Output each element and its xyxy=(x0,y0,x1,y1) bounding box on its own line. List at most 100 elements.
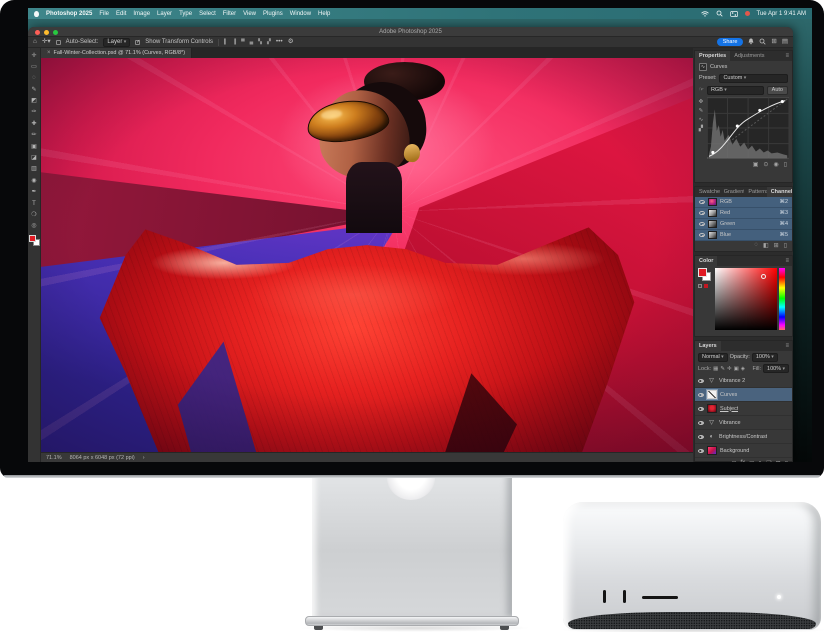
load-selection-icon[interactable]: ◌ xyxy=(754,242,758,249)
wifi-icon[interactable] xyxy=(701,11,709,17)
lock-transparency-icon[interactable]: ▦ xyxy=(713,366,718,372)
align-right-icon[interactable]: ▀ xyxy=(241,39,245,45)
clone-stamp-tool[interactable]: ▣ xyxy=(30,142,39,151)
opacity-dropdown[interactable]: 100% xyxy=(752,353,778,362)
hue-slider[interactable] xyxy=(779,268,785,330)
visibility-eye-icon[interactable] xyxy=(699,211,705,215)
status-chevron-icon[interactable]: › xyxy=(143,455,145,461)
delete-layer-icon[interactable]: ▯ xyxy=(785,460,788,462)
object-selection-tool[interactable]: ✎ xyxy=(30,85,39,94)
menu-view[interactable]: View xyxy=(243,11,256,17)
panel-menu-icon[interactable]: ≡ xyxy=(785,51,792,61)
curves-graph[interactable] xyxy=(707,97,789,159)
clip-adjustment-icon[interactable]: ▣ xyxy=(753,161,759,168)
layer-row-vibrance[interactable]: ▽ Vibrance xyxy=(695,416,792,430)
blur-tool[interactable]: ◉ xyxy=(30,176,39,185)
menu-layer[interactable]: Layer xyxy=(157,11,172,17)
layer-row-vibrance-2[interactable]: ▽ Vibrance 2 xyxy=(695,374,792,388)
visibility-eye-icon[interactable] xyxy=(698,435,704,439)
lasso-tool[interactable]: ◌ xyxy=(30,74,39,83)
gradient-tool[interactable]: ▥ xyxy=(30,165,39,174)
close-tab-icon[interactable]: × xyxy=(47,50,51,56)
more-options-icon[interactable]: ••• xyxy=(276,39,283,46)
layer-row-background[interactable]: Background xyxy=(695,444,792,458)
auto-select-checkbox[interactable] xyxy=(56,40,61,45)
zoom-tool[interactable]: ◎ xyxy=(30,222,39,231)
capture-icon[interactable]: ⊞ xyxy=(771,39,776,46)
pen-tool[interactable]: ✒ xyxy=(30,188,39,197)
eyedropper-tool[interactable]: ✑ xyxy=(30,108,39,117)
channel-row-rgb[interactable]: RGB ⌘2 xyxy=(695,197,792,208)
visibility-eye-icon[interactable] xyxy=(699,200,705,204)
lock-artboard-icon[interactable]: ▣ xyxy=(734,366,739,372)
targeted-adjustment-icon[interactable]: ☞ xyxy=(699,87,704,93)
window-titlebar[interactable]: Adobe Photoshop 2025 xyxy=(28,27,793,37)
visibility-eye-icon[interactable] xyxy=(699,222,705,226)
color-picker-marker[interactable] xyxy=(761,274,766,279)
crop-tool[interactable]: ◩ xyxy=(30,97,39,106)
layer-row-curves[interactable]: Curves xyxy=(695,388,792,402)
hand-tool[interactable]: ❍ xyxy=(30,210,39,219)
curve-edit-icon[interactable]: ✥ xyxy=(699,99,704,105)
marquee-tool[interactable]: ▭ xyxy=(30,62,39,71)
new-channel-icon[interactable]: ⊞ xyxy=(774,242,779,249)
document-tab[interactable]: × Fall-Winter-Collection.psd @ 71.1% (Cu… xyxy=(41,48,192,58)
preset-dropdown[interactable]: Custom xyxy=(719,74,788,83)
bell-icon[interactable] xyxy=(748,38,754,45)
menu-help[interactable]: Help xyxy=(318,11,330,17)
visibility-eye-icon[interactable] xyxy=(698,421,704,425)
search-icon[interactable] xyxy=(759,38,766,45)
curve-draw-icon[interactable]: ✎ xyxy=(699,108,704,114)
subject-layer-thumbnail[interactable] xyxy=(707,404,717,413)
reset-adjustment-icon[interactable]: ⊙ xyxy=(763,161,768,168)
share-button[interactable]: Share xyxy=(717,38,744,46)
layer-row-subject[interactable]: Subject xyxy=(695,402,792,416)
menu-filter[interactable]: Filter xyxy=(223,11,236,17)
distribute-v-icon[interactable]: ▞ xyxy=(267,39,271,45)
menu-type[interactable]: Type xyxy=(179,11,192,17)
eraser-tool[interactable]: ◪ xyxy=(30,154,39,163)
channel-row-blue[interactable]: Blue ⌘5 xyxy=(695,230,792,241)
curve-smooth-icon[interactable]: ∿ xyxy=(699,117,704,123)
visibility-eye-icon[interactable] xyxy=(698,379,704,383)
new-adjustment-layer-icon[interactable]: ◐ xyxy=(759,460,763,462)
healing-brush-tool[interactable]: ✚ xyxy=(30,119,39,128)
visibility-eye-icon[interactable] xyxy=(698,393,704,397)
curves-layer-thumbnail[interactable] xyxy=(707,390,717,399)
tab-layers[interactable]: Layers xyxy=(695,341,721,351)
tab-adjustments[interactable]: Adjustments xyxy=(730,51,768,61)
control-center-icon[interactable] xyxy=(730,11,738,17)
status-dot-icon[interactable] xyxy=(745,11,750,16)
default-colors-icon[interactable] xyxy=(698,284,708,288)
align-center-icon[interactable]: ▐ xyxy=(233,39,237,45)
blend-mode-dropdown[interactable]: Normal xyxy=(698,353,728,362)
panel-menu-icon[interactable]: ≡ xyxy=(785,256,792,266)
type-tool[interactable]: T xyxy=(30,199,39,208)
menu-app-name[interactable]: Photoshop 2025 xyxy=(46,11,92,17)
lock-all-icon[interactable]: ◈ xyxy=(741,366,745,372)
menu-plugins[interactable]: Plugins xyxy=(263,11,283,17)
menu-window[interactable]: Window xyxy=(290,11,311,17)
auto-button[interactable]: Auto xyxy=(767,86,788,95)
lock-pixels-icon[interactable]: ✎ xyxy=(720,366,725,372)
align-left-icon[interactable]: ▌ xyxy=(224,39,228,45)
menu-edit[interactable]: Edit xyxy=(116,11,126,17)
new-group-icon[interactable]: ❏ xyxy=(766,460,771,462)
tab-gradients[interactable]: Gradients xyxy=(720,187,745,197)
foreground-color-swatch[interactable] xyxy=(29,235,36,242)
layer-row-brightness-contrast[interactable]: ◐ Brightness/Contrast xyxy=(695,430,792,444)
toggle-visibility-icon[interactable]: ◉ xyxy=(773,161,778,168)
brush-tool[interactable]: ✏ xyxy=(30,131,39,140)
tab-patterns[interactable]: Patterns xyxy=(744,187,766,197)
add-mask-icon[interactable]: ▢ xyxy=(749,460,755,462)
tab-channels[interactable]: Channels xyxy=(767,187,792,197)
menu-select[interactable]: Select xyxy=(199,11,216,17)
move-tool[interactable]: ✛ xyxy=(30,51,39,60)
panel-menu-icon[interactable]: ≡ xyxy=(785,341,792,351)
layer-effects-icon[interactable]: fx xyxy=(740,460,745,462)
channel-row-red[interactable]: Red ⌘3 xyxy=(695,208,792,219)
channel-dropdown[interactable]: RGB xyxy=(707,86,764,95)
document-canvas[interactable] xyxy=(41,58,693,452)
menubar-clock[interactable]: Tue Apr 1 9:41 AM xyxy=(757,11,806,17)
distribute-icon[interactable]: ▚ xyxy=(258,39,262,45)
